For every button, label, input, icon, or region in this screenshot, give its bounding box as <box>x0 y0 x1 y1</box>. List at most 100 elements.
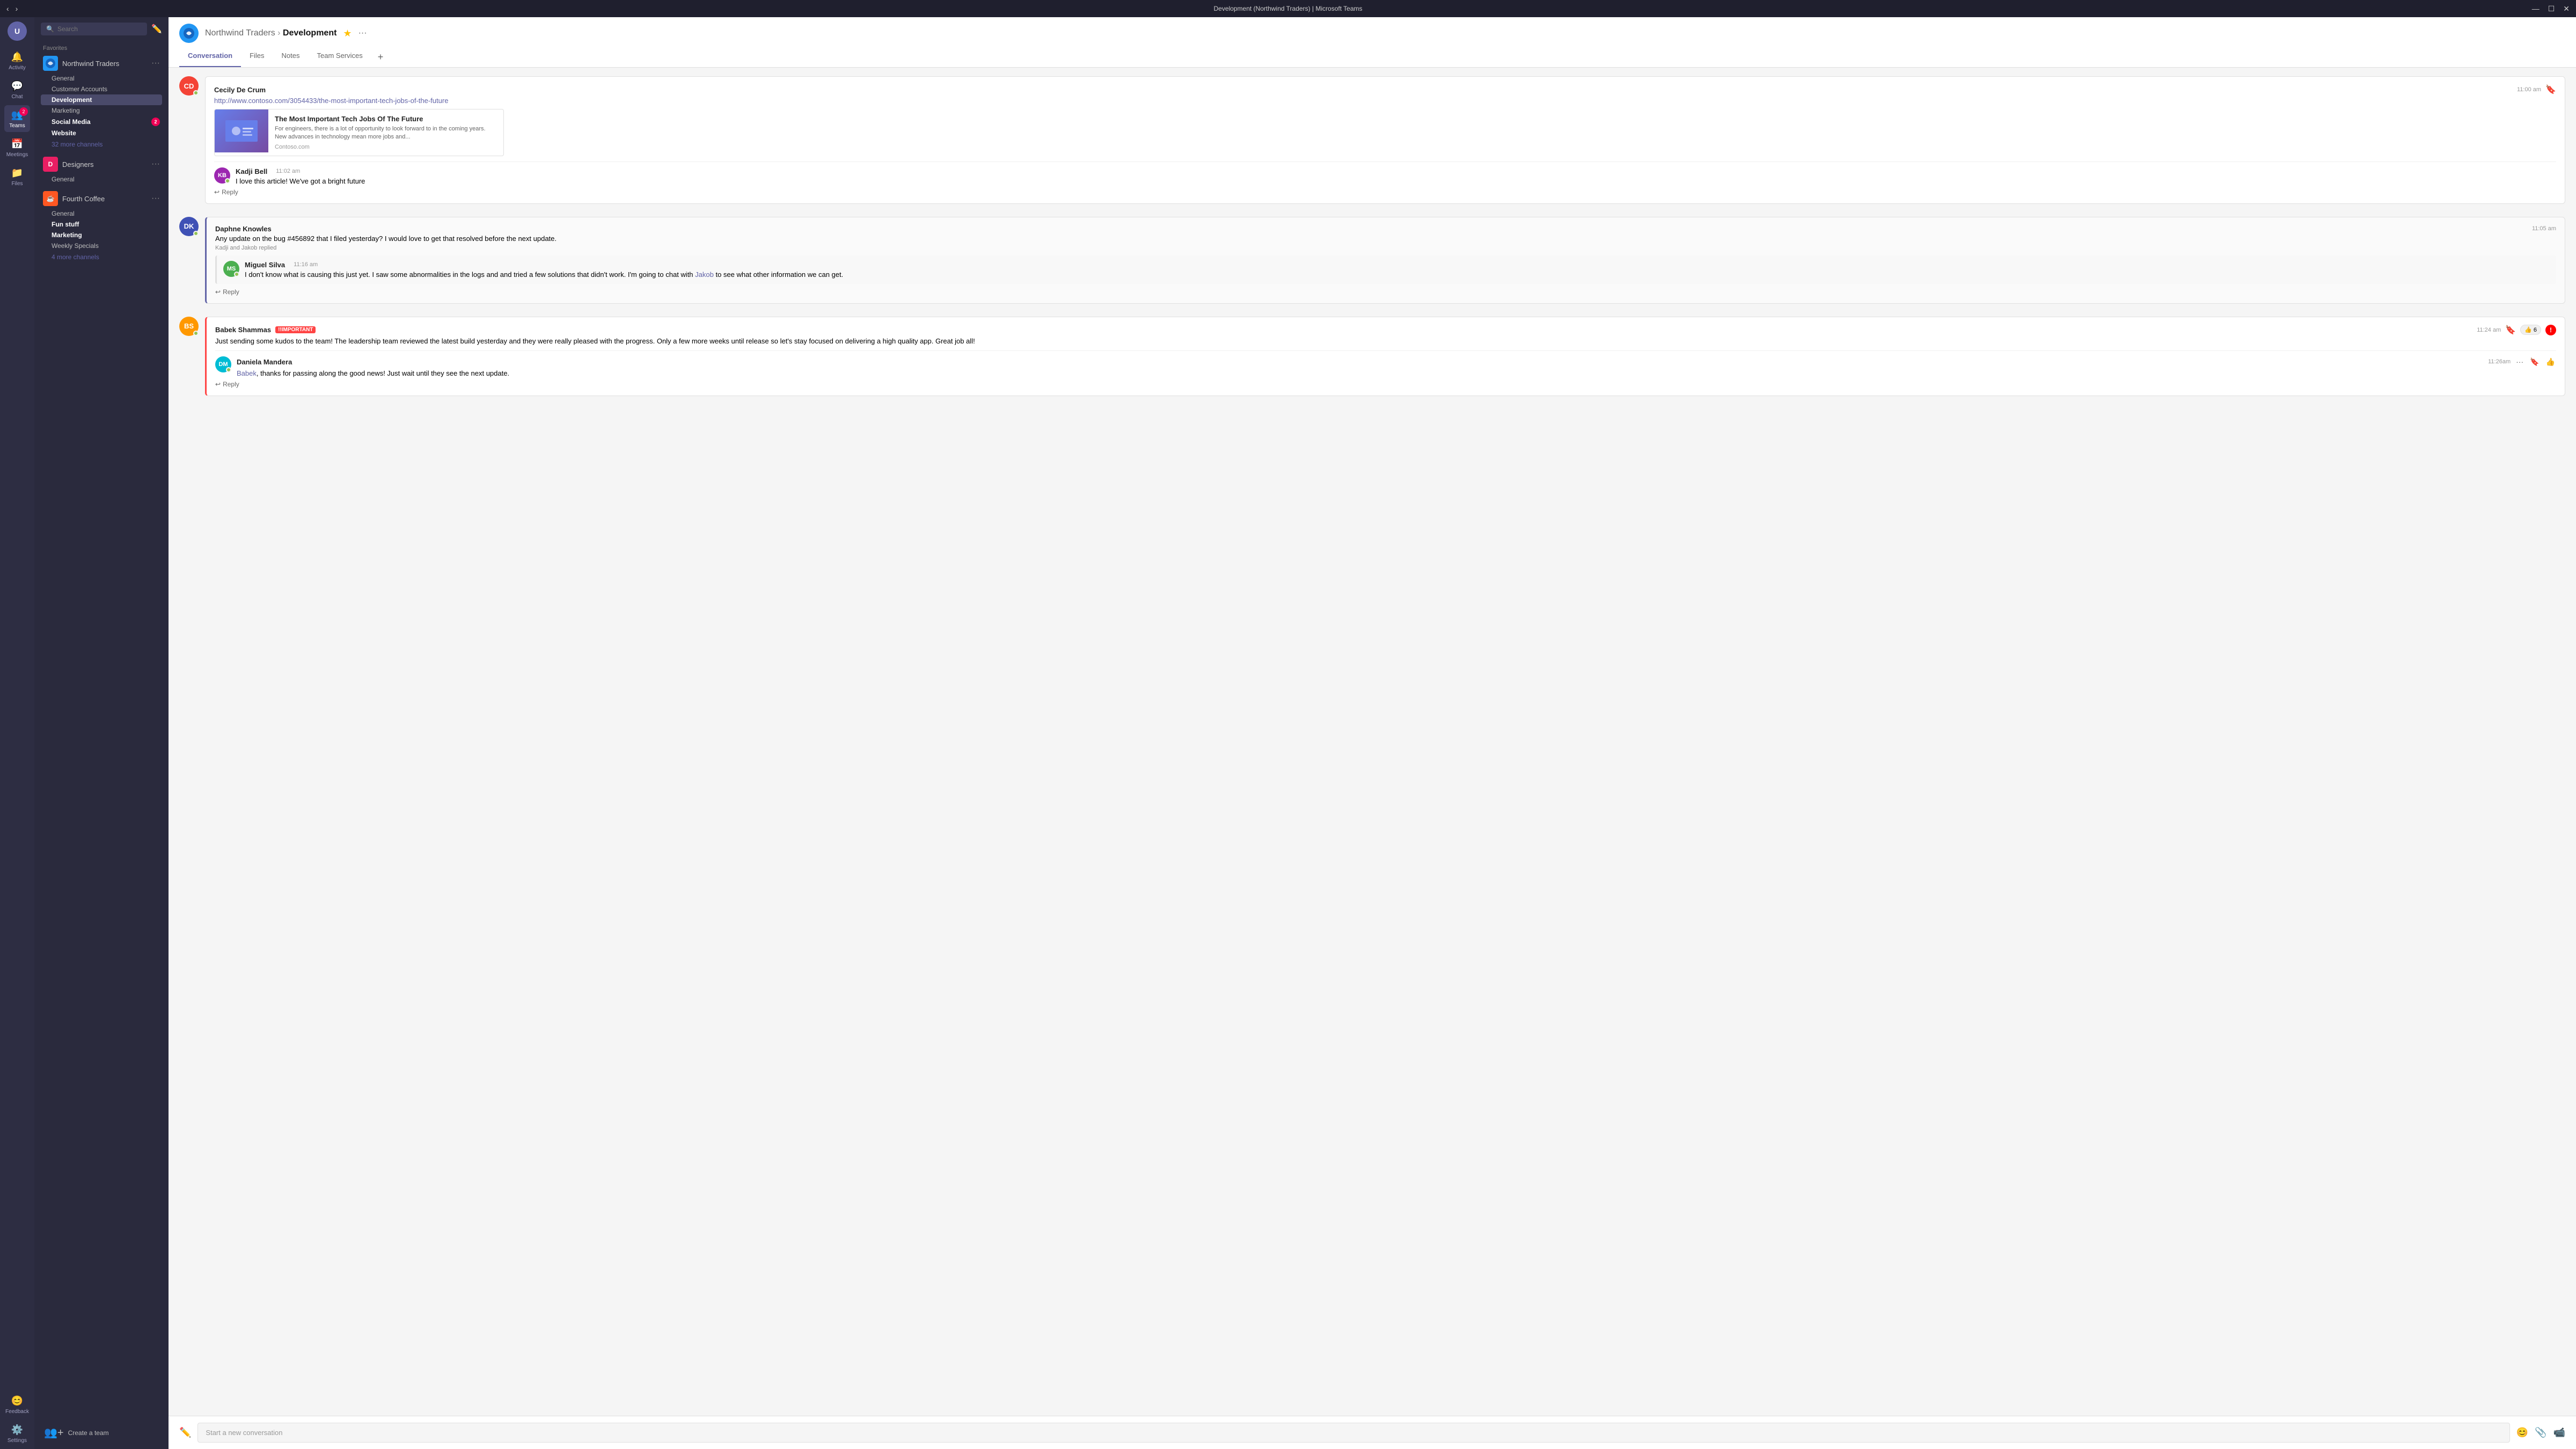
header-more-button[interactable]: ··· <box>358 28 367 38</box>
bookmark-icon[interactable]: 🔖 <box>2545 84 2556 95</box>
settings-label: Settings <box>8 1438 27 1444</box>
msg-author: Cecily De Crum <box>214 86 266 94</box>
reply-text: I love this article! We've got a bright … <box>236 177 365 185</box>
create-team-icon: 👥+ <box>44 1426 64 1439</box>
compose-input[interactable]: Start a new conversation <box>197 1423 2509 1443</box>
search-box[interactable]: 🔍 <box>41 23 147 35</box>
reply-text-after: , thanks for passing along the good news… <box>257 369 509 377</box>
channel-nt-marketing[interactable]: Marketing <box>41 105 162 116</box>
reply-label: Reply <box>223 380 239 388</box>
mention-jakob[interactable]: Jakob <box>695 270 714 279</box>
sidebar-item-activity[interactable]: 🔔 Activity <box>4 47 30 74</box>
search-input[interactable] <box>57 25 142 33</box>
mention-babek[interactable]: Babek <box>237 369 257 377</box>
favorite-star-button[interactable]: ★ <box>343 28 352 39</box>
reply-avatar: DM <box>215 356 231 372</box>
team-fourth-coffee[interactable]: ☕ Fourth Coffee ··· <box>41 189 162 208</box>
close-button[interactable]: ✕ <box>2563 4 2570 13</box>
reply-bookmark-button[interactable]: 🔖 <box>2529 356 2540 368</box>
reply-header: Kadji Bell 11:02 am <box>236 167 365 175</box>
fourth-coffee-more-button[interactable]: ··· <box>151 194 160 203</box>
designers-more-button[interactable]: ··· <box>151 159 160 169</box>
channel-fc-general[interactable]: General <box>41 208 162 219</box>
channel-nt-development[interactable]: Development <box>41 94 162 105</box>
user-avatar[interactable]: U <box>8 21 27 41</box>
msg-header: Babek Shammas !!IMPORTANT 11:24 am 🔖 👍 6… <box>215 325 2556 335</box>
activity-label: Activity <box>9 65 26 71</box>
nested-author: Miguel Silva <box>245 261 285 269</box>
attachment-button[interactable]: 📎 <box>2535 1427 2546 1438</box>
channel-name: Marketing <box>52 107 80 114</box>
window-controls[interactable]: — ☐ ✕ <box>2532 4 2570 13</box>
sidebar-item-feedback[interactable]: 😊 Feedback <box>4 1391 30 1418</box>
create-team-button[interactable]: 👥+ Create a team <box>41 1423 162 1443</box>
reply-like-button[interactable]: 👍 <box>2545 356 2556 368</box>
meetings-label: Meetings <box>6 152 28 158</box>
channel-nt-social-media[interactable]: Social Media 2 <box>41 116 162 128</box>
channel-d-general[interactable]: General <box>41 174 162 185</box>
northwind-more-button[interactable]: ··· <box>151 58 160 68</box>
tab-team-services[interactable]: Team Services <box>309 47 371 67</box>
thread-replies[interactable]: Kadji and Jakob replied <box>215 245 2556 251</box>
titlebar-navigation[interactable]: ‹ › <box>6 4 18 13</box>
nested-content: Miguel Silva 11:16 am I don't know what … <box>245 261 2550 279</box>
reply-header: Daniela Mandera 11:26am ··· 🔖 👍 <box>237 356 2556 368</box>
reply-button[interactable]: ↩ Reply <box>214 188 2556 196</box>
sidebar-item-files[interactable]: 📁 Files <box>4 163 30 190</box>
channel-fc-fun-stuff[interactable]: Fun stuff <box>41 219 162 230</box>
back-button[interactable]: ‹ <box>6 4 9 13</box>
chat-label: Chat <box>11 94 23 100</box>
link-card-source: Contoso.com <box>275 144 497 150</box>
nested-message: MS Miguel Silva 11:16 am I don't know wh… <box>215 255 2556 284</box>
channel-nt-customer-accounts[interactable]: Customer Accounts <box>41 84 162 94</box>
tab-conversation[interactable]: Conversation <box>179 47 241 67</box>
online-indicator <box>193 90 199 96</box>
channel-name: General <box>52 75 75 82</box>
msg-content: Babek Shammas !!IMPORTANT 11:24 am 🔖 👍 6… <box>205 317 2565 398</box>
header-breadcrumb: Northwind Traders › Development <box>205 28 336 38</box>
bookmark-icon[interactable]: 🔖 <box>2505 325 2516 335</box>
minimize-button[interactable]: — <box>2532 4 2540 13</box>
sidebar-item-settings[interactable]: ⚙️ Settings <box>4 1420 30 1447</box>
reply-button[interactable]: ↩ Reply <box>215 380 2556 388</box>
search-container: 🔍 ✏️ <box>34 17 169 41</box>
settings-icon: ⚙️ <box>11 1423 24 1436</box>
team-designers[interactable]: D Designers ··· <box>41 155 162 174</box>
sidebar-item-meetings[interactable]: 📅 Meetings <box>4 134 30 161</box>
channel-name: Fun stuff <box>52 221 79 228</box>
fourth-coffee-more-channels[interactable]: 4 more channels <box>41 251 162 263</box>
channel-fc-marketing[interactable]: Marketing <box>41 230 162 240</box>
maximize-button[interactable]: ☐ <box>2548 4 2555 13</box>
team-northwind-traders[interactable]: Northwind Traders ··· <box>41 54 162 73</box>
reply-content: Kadji Bell 11:02 am I love this article!… <box>236 167 365 185</box>
reply-more-button[interactable]: ··· <box>2515 356 2524 367</box>
online-indicator <box>226 367 231 372</box>
channel-nt-general[interactable]: General <box>41 73 162 84</box>
message-block: CD Cecily De Crum 11:00 am 🔖 http://www.… <box>179 76 2565 206</box>
tab-files[interactable]: Files <box>241 47 273 67</box>
meeting-button[interactable]: 📹 <box>2553 1427 2565 1438</box>
northwind-more-channels[interactable]: 32 more channels <box>41 138 162 150</box>
add-tab-button[interactable]: + <box>371 47 390 67</box>
reply-label: Reply <box>223 288 239 296</box>
reply-button[interactable]: ↩ Reply <box>215 288 2556 296</box>
msg-link[interactable]: http://www.contoso.com/3054433/the-most-… <box>214 97 448 105</box>
compose-icon[interactable]: ✏️ <box>151 24 162 34</box>
sidebar-item-chat[interactable]: 💬 Chat <box>4 76 30 103</box>
sidebar-item-teams[interactable]: 2 👥 Teams <box>4 105 30 132</box>
feedback-label: Feedback <box>5 1409 29 1415</box>
link-card-title: The Most Important Tech Jobs Of The Futu… <box>275 115 497 123</box>
team-avatar-designers: D <box>43 157 58 172</box>
channel-fc-weekly-specials[interactable]: Weekly Specials <box>41 240 162 251</box>
titlebar-title: Development (Northwind Traders) | Micros… <box>1214 5 1363 12</box>
thumbs-up-reaction[interactable]: 👍 6 <box>2520 325 2541 335</box>
forward-button[interactable]: › <box>16 4 18 13</box>
emoji-button[interactable]: 😊 <box>2516 1427 2528 1438</box>
channel-nt-website[interactable]: Website <box>41 128 162 138</box>
compose-format-icon[interactable]: ✏️ <box>179 1427 191 1438</box>
tab-notes[interactable]: Notes <box>273 47 309 67</box>
reaction-count: 6 <box>2534 327 2537 333</box>
header-team-name: Northwind Traders <box>205 28 275 38</box>
online-indicator <box>234 272 239 277</box>
reply-icon: ↩ <box>215 380 221 388</box>
